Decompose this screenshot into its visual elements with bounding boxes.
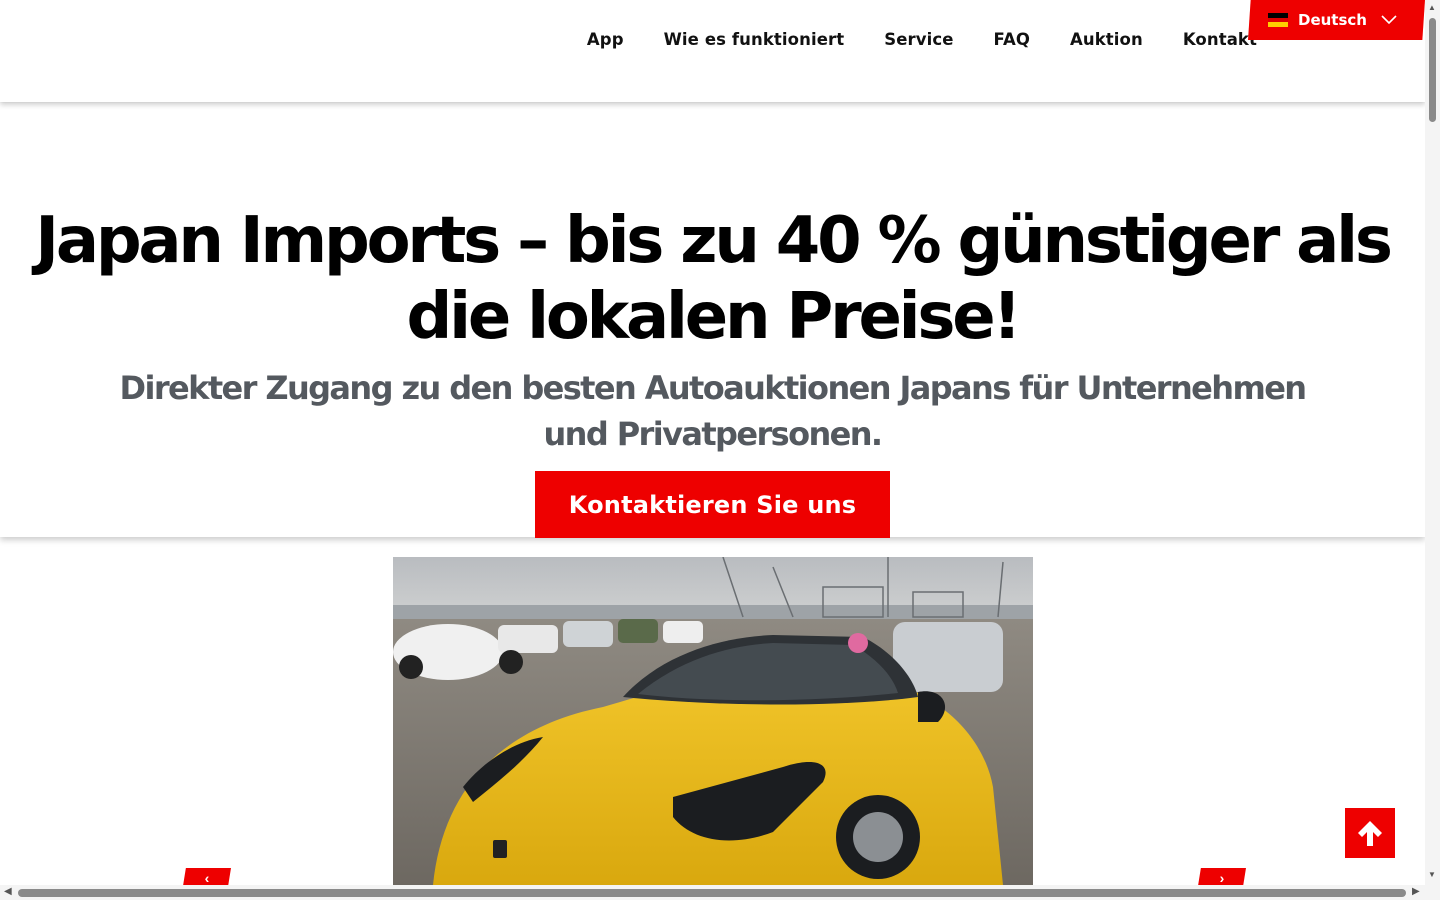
scroll-right-arrow-icon[interactable]: ▶	[1412, 886, 1420, 897]
main-navigation: App Wie es funktioniert Service FAQ Aukt…	[587, 30, 1257, 49]
vertical-scroll-thumb[interactable]	[1429, 18, 1436, 122]
nav-link-service[interactable]: Service	[884, 30, 953, 49]
yellow-sports-car-photo	[393, 557, 1033, 885]
carousel-prev-button[interactable]: ‹	[183, 868, 231, 886]
language-selector[interactable]: Deutsch	[1248, 0, 1425, 40]
contact-us-button[interactable]: Kontaktieren Sie uns	[535, 471, 890, 538]
nav-link-faq[interactable]: FAQ	[994, 30, 1030, 49]
horizontal-scrollbar[interactable]: ◀ ▶	[0, 885, 1425, 900]
arrow-left-icon: ‹	[204, 870, 210, 886]
vertical-scrollbar[interactable]: ▲ ▼	[1425, 0, 1440, 885]
hero-subtitle: Direkter Zugang zu den besten Autoauktio…	[119, 369, 1308, 453]
scroll-down-arrow-icon[interactable]: ▼	[1428, 870, 1436, 879]
nav-link-auction[interactable]: Auktion	[1070, 30, 1143, 49]
chevron-down-icon	[1381, 15, 1397, 25]
nav-link-contact[interactable]: Kontakt	[1183, 30, 1257, 49]
nav-link-app[interactable]: App	[587, 30, 624, 49]
scrollbar-corner	[1425, 885, 1440, 900]
scroll-to-top-button[interactable]	[1345, 808, 1395, 858]
site-header: App Wie es funktioniert Service FAQ Aukt…	[0, 0, 1425, 102]
scroll-left-arrow-icon[interactable]: ◀	[4, 886, 12, 897]
hero-title: Japan Imports – bis zu 40 % günstiger al…	[35, 204, 1393, 354]
arrow-right-icon: ›	[1219, 870, 1225, 886]
horizontal-scroll-thumb[interactable]	[18, 889, 1406, 897]
scroll-up-arrow-icon[interactable]: ▲	[1428, 3, 1436, 12]
hero-section: Japan Imports – bis zu 40 % günstiger al…	[0, 103, 1425, 538]
carousel-next-button[interactable]: ›	[1198, 868, 1246, 886]
carousel-car-image[interactable]	[393, 557, 1033, 885]
arrow-up-icon	[1358, 821, 1382, 846]
nav-link-how-it-works[interactable]: Wie es funktioniert	[664, 30, 845, 49]
language-label: Deutsch	[1298, 11, 1367, 29]
germany-flag-icon	[1268, 13, 1288, 28]
